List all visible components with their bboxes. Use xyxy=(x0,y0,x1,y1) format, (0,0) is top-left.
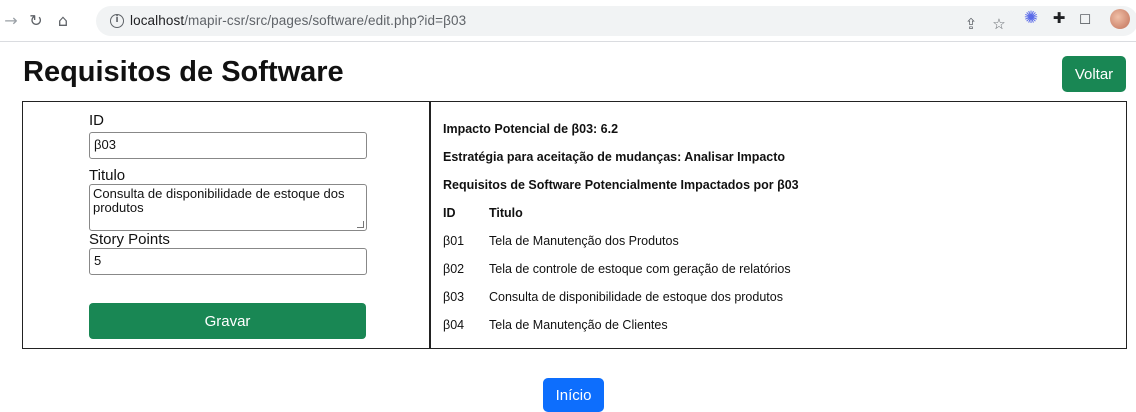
impact-analysis: Impacto Potencial de β03: 6.2 Estratégia… xyxy=(433,102,1126,348)
back-arrow-icon[interactable]: → xyxy=(0,9,22,31)
url-host: localhost xyxy=(130,13,185,28)
change-strategy: Estratégia para aceitação de mudanças: A… xyxy=(443,150,786,164)
title-field[interactable]: Consulta de disponibilidade de estoque d… xyxy=(89,184,367,231)
row-title: Tela de controle de estoque com geração … xyxy=(489,262,791,276)
page-title: Requisitos de Software xyxy=(23,56,344,88)
profile-avatar[interactable] xyxy=(1110,9,1130,29)
row-id: β01 xyxy=(443,234,465,248)
row-id: β04 xyxy=(443,318,465,332)
id-field[interactable]: β03 xyxy=(89,132,367,159)
resize-grip-icon[interactable] xyxy=(357,221,364,228)
edit-form: ID β03 Titulo Consulta de disponibilidad… xyxy=(23,102,431,348)
row-title: Tela de Manutenção de Clientes xyxy=(489,318,668,332)
star-icon[interactable]: ☆ xyxy=(990,15,1008,33)
row-id: β02 xyxy=(443,262,465,276)
story-points-field[interactable]: 5 xyxy=(89,248,367,275)
reload-icon[interactable]: ↻ xyxy=(25,9,47,31)
back-button[interactable]: Voltar xyxy=(1062,56,1126,92)
title-label: Titulo xyxy=(89,167,126,184)
row-id: β03 xyxy=(443,290,465,304)
puzzle-icon[interactable]: ✚ xyxy=(1050,9,1068,27)
id-label: ID xyxy=(89,112,104,129)
info-icon[interactable]: i xyxy=(110,14,124,28)
browser-toolbar: → ↻ ⌂ i localhost/mapir-csr/src/pages/so… xyxy=(0,0,1136,42)
extension-icon[interactable]: ✺ xyxy=(1022,8,1040,28)
main-panel: ID β03 Titulo Consulta de disponibilidad… xyxy=(22,101,1127,349)
column-header-id: ID xyxy=(443,206,456,220)
save-button[interactable]: Gravar xyxy=(89,303,366,339)
impact-potential: Impacto Potencial de β03: 6.2 xyxy=(443,122,619,136)
row-title: Consulta de disponibilidade de estoque d… xyxy=(489,290,783,304)
story-points-label: Story Points xyxy=(89,231,170,248)
url-text[interactable]: localhost/mapir-csr/src/pages/software/e… xyxy=(130,13,466,28)
title-field-text: Consulta de disponibilidade de estoque d… xyxy=(93,186,345,215)
column-header-title: Titulo xyxy=(489,206,523,220)
row-title: Tela de Manutenção dos Produtos xyxy=(489,234,679,248)
impacted-heading: Requisitos de Software Potencialmente Im… xyxy=(443,178,799,192)
share-icon[interactable]: ⇪ xyxy=(962,15,980,33)
url-path: /mapir-csr/src/pages/software/edit.php?i… xyxy=(184,13,467,28)
address-bar[interactable]: i localhost/mapir-csr/src/pages/software… xyxy=(96,6,1136,36)
side-panel-icon[interactable]: ◻ xyxy=(1076,9,1094,27)
home-icon[interactable]: ⌂ xyxy=(52,9,74,31)
